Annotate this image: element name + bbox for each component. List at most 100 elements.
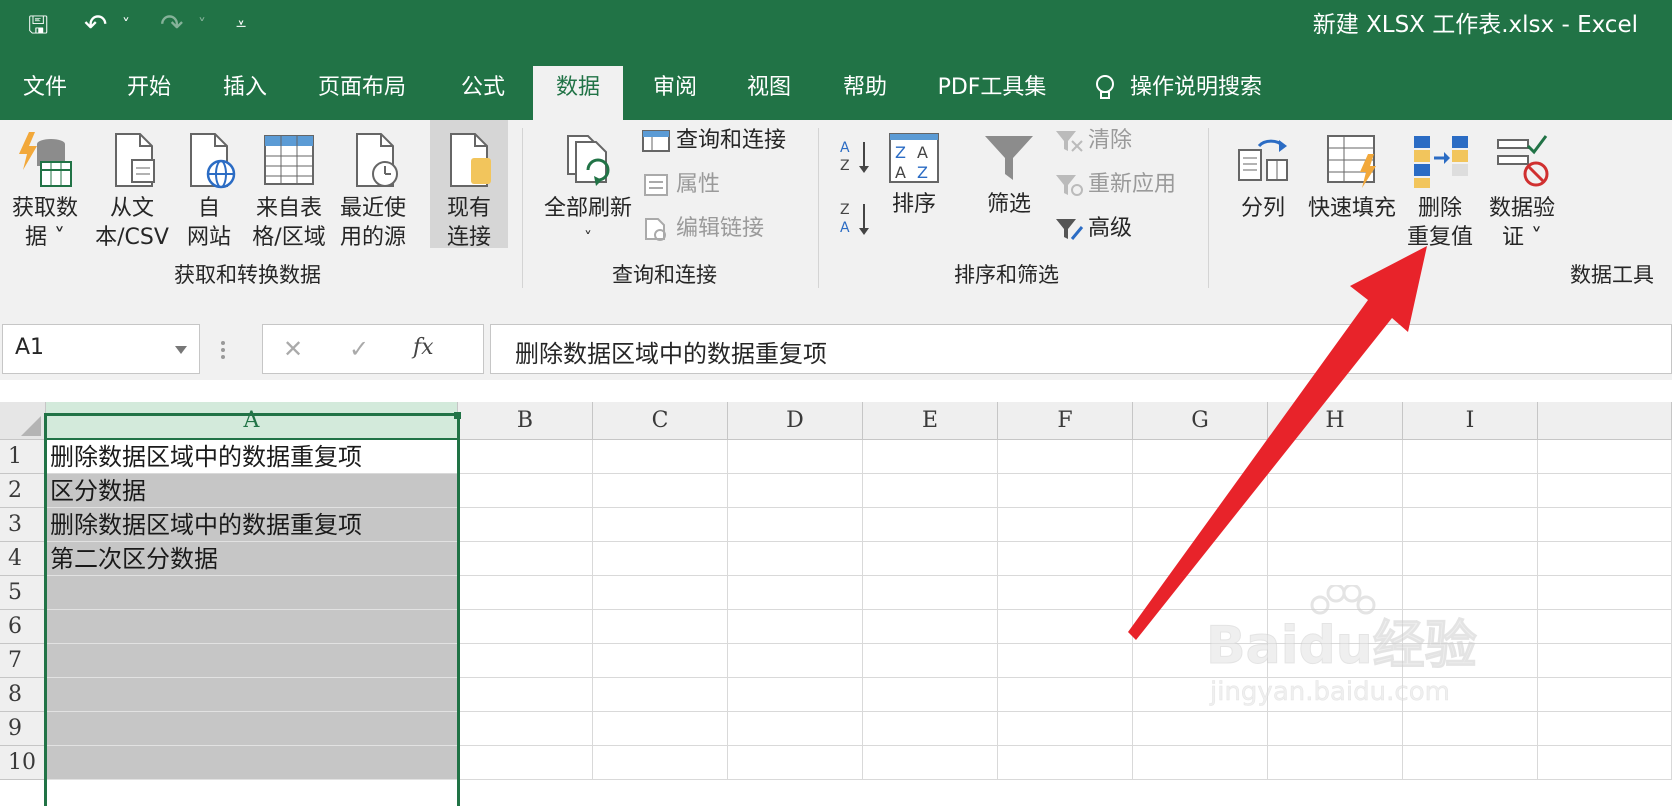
cell-e8[interactable] (863, 678, 998, 712)
tab-review[interactable]: 审阅 (636, 66, 714, 120)
tell-me-search[interactable]: 操作说明搜索 (1094, 66, 1294, 120)
tab-file[interactable]: 文件 (8, 66, 82, 120)
sort-z-to-a-button[interactable]: ZA (836, 198, 876, 246)
cell-f4[interactable] (998, 542, 1133, 576)
cell-c3[interactable] (593, 508, 728, 542)
queries-connections-button[interactable]: 查询和连接 (642, 126, 786, 156)
cell-i4[interactable] (1403, 542, 1538, 576)
cell-d8[interactable] (728, 678, 863, 712)
cell-b1[interactable] (458, 440, 593, 474)
cancel-icon[interactable]: ✕ (283, 335, 303, 363)
cell-i3[interactable] (1403, 508, 1538, 542)
cell-a5[interactable] (46, 576, 458, 610)
undo-dropdown-icon[interactable]: ˅ (122, 8, 130, 42)
cell-a8[interactable] (46, 678, 458, 712)
cell-b5[interactable] (458, 576, 593, 610)
formula-bar-grip-icon[interactable] (220, 340, 226, 360)
cell-g3[interactable] (1133, 508, 1268, 542)
reapply-button[interactable]: 重新应用 (1054, 170, 1176, 200)
cell-c10[interactable] (593, 746, 728, 780)
data-validation-button[interactable]: 数据验 证 ˅ (1482, 130, 1562, 252)
properties-button[interactable]: 属性 (642, 170, 720, 200)
customize-toolbar-icon[interactable]: ⩡ (236, 8, 246, 42)
cell-c9[interactable] (593, 712, 728, 746)
cell-f2[interactable] (998, 474, 1133, 508)
name-box-dropdown-icon[interactable] (175, 346, 187, 354)
cell-a7[interactable] (46, 644, 458, 678)
row-header-3[interactable]: 3 (0, 508, 46, 542)
cell-d3[interactable] (728, 508, 863, 542)
redo-icon[interactable]: ↷ (160, 8, 183, 42)
cell-i1[interactable] (1403, 440, 1538, 474)
tab-insert[interactable]: 插入 (206, 66, 284, 120)
clear-filter-button[interactable]: 清除 (1054, 126, 1132, 156)
cell-f5[interactable] (998, 576, 1133, 610)
cell-a3[interactable]: 删除数据区域中的数据重复项 (46, 508, 458, 542)
tab-page-layout[interactable]: 页面布局 (304, 66, 420, 120)
cell-c1[interactable] (593, 440, 728, 474)
flash-fill-button[interactable]: 快速填充 (1304, 130, 1400, 223)
fill-handle[interactable] (454, 412, 461, 419)
cell-c5[interactable] (593, 576, 728, 610)
cell-c8[interactable] (593, 678, 728, 712)
cell-e4[interactable] (863, 542, 998, 576)
cell-g2[interactable] (1133, 474, 1268, 508)
cell-d10[interactable] (728, 746, 863, 780)
cell-d5[interactable] (728, 576, 863, 610)
cell-e10[interactable] (863, 746, 998, 780)
cell-b7[interactable] (458, 644, 593, 678)
edit-links-button[interactable]: 编辑链接 (642, 214, 764, 244)
row-header-2[interactable]: 2 (0, 474, 46, 508)
cell-f8[interactable] (998, 678, 1133, 712)
cell-h4[interactable] (1268, 542, 1403, 576)
cell-f9[interactable] (998, 712, 1133, 746)
cell-c4[interactable] (593, 542, 728, 576)
save-icon[interactable]: 🖫 (28, 8, 48, 42)
row-header-9[interactable]: 9 (0, 712, 46, 746)
cell-h2[interactable] (1268, 474, 1403, 508)
column-header-a[interactable]: A (46, 402, 458, 440)
cell-b9[interactable] (458, 712, 593, 746)
cell-a2[interactable]: 区分数据 (46, 474, 458, 508)
existing-connections-button[interactable]: 现有 连接 (430, 120, 508, 250)
cell-i10[interactable] (1403, 746, 1538, 780)
cell-h10[interactable] (1268, 746, 1403, 780)
cell-c6[interactable] (593, 610, 728, 644)
cell-d4[interactable] (728, 542, 863, 576)
row-header-6[interactable]: 6 (0, 610, 46, 644)
sort-button[interactable]: ZAAZ 排序 (882, 130, 946, 219)
cell-d2[interactable] (728, 474, 863, 508)
cell-b8[interactable] (458, 678, 593, 712)
recent-sources-button[interactable]: 最近使 用的源 (334, 130, 412, 252)
cell-d7[interactable] (728, 644, 863, 678)
tab-home[interactable]: 开始 (110, 66, 188, 120)
tab-data[interactable]: 数据 (533, 66, 623, 120)
cell-b4[interactable] (458, 542, 593, 576)
cell-a10[interactable] (46, 746, 458, 780)
cell-f3[interactable] (998, 508, 1133, 542)
cell-e5[interactable] (863, 576, 998, 610)
cell-g10[interactable] (1133, 746, 1268, 780)
remove-duplicates-button[interactable]: 删除 重复值 (1402, 130, 1478, 252)
undo-icon[interactable]: ↶ (84, 8, 107, 42)
cell-b6[interactable] (458, 610, 593, 644)
cell-f7[interactable] (998, 644, 1133, 678)
cell-d6[interactable] (728, 610, 863, 644)
cell-f1[interactable] (998, 440, 1133, 474)
cell-a6[interactable] (46, 610, 458, 644)
cell-e1[interactable] (863, 440, 998, 474)
cell-c7[interactable] (593, 644, 728, 678)
advanced-filter-button[interactable]: 高级 (1054, 214, 1132, 244)
cell-e6[interactable] (863, 610, 998, 644)
insert-function-icon[interactable]: fx (413, 335, 434, 360)
sort-a-to-z-button[interactable]: AZ (836, 136, 876, 184)
cell-h1[interactable] (1268, 440, 1403, 474)
column-header-d[interactable]: D (728, 402, 863, 440)
cell-h3[interactable] (1268, 508, 1403, 542)
cell-f6[interactable] (998, 610, 1133, 644)
column-header-h[interactable]: H (1268, 402, 1403, 440)
formula-input[interactable]: 删除数据区域中的数据重复项 (490, 324, 1672, 374)
from-web-button[interactable]: 自 网站 (178, 130, 240, 252)
cell-e3[interactable] (863, 508, 998, 542)
get-data-button[interactable]: 获取数 据 ˅ (4, 130, 86, 252)
